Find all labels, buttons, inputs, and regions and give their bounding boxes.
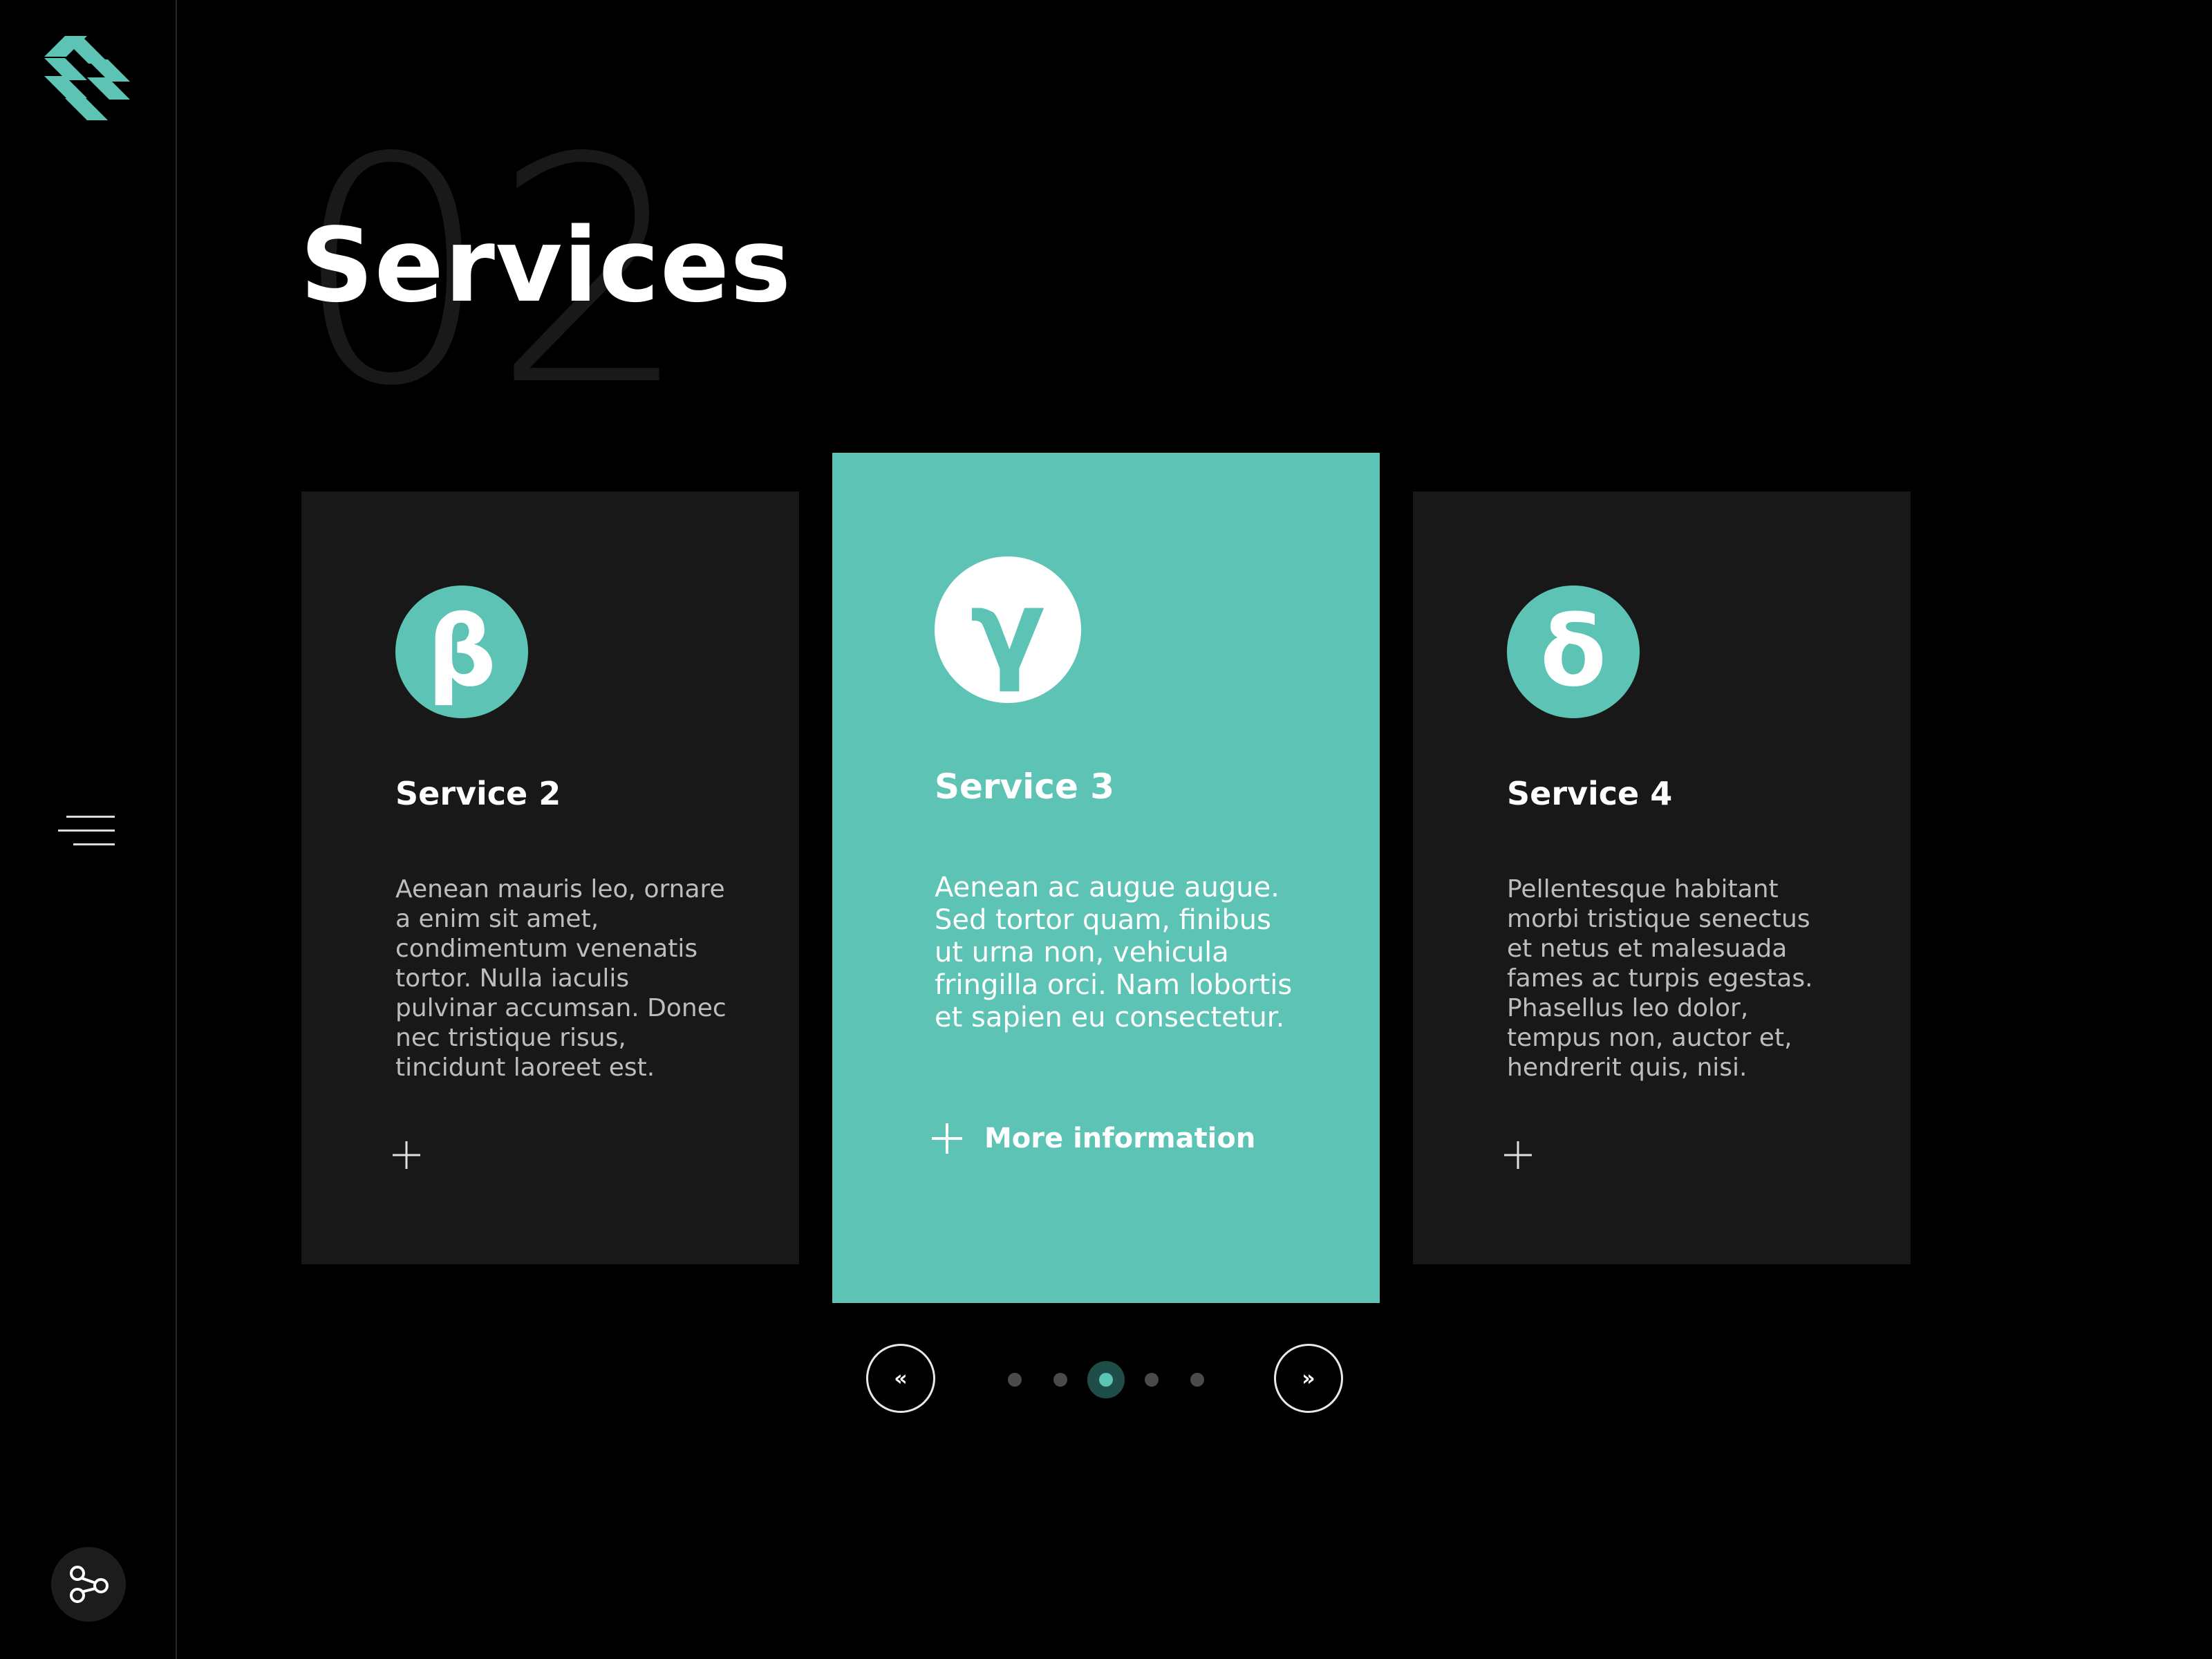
more-info-button[interactable] xyxy=(1503,1140,1533,1170)
more-info-button[interactable] xyxy=(391,1140,422,1170)
service-card-description: Pellentesque habitant morbi tristique se… xyxy=(1507,875,1813,1082)
menu-toggle-button[interactable] xyxy=(58,813,118,850)
sidebar xyxy=(0,0,177,1659)
service-card-4[interactable]: δ Service 4 Pellentesque habitant morbi … xyxy=(1413,491,1911,1264)
hamburger-line xyxy=(73,843,115,845)
beta-icon: β xyxy=(395,585,528,718)
service-card-title: Service 2 xyxy=(395,775,561,812)
slider-dot-3-active[interactable] xyxy=(1099,1373,1113,1387)
service-card-title: Service 4 xyxy=(1507,775,1673,812)
slider-dot-4[interactable] xyxy=(1145,1373,1159,1387)
share-nodes-icon xyxy=(70,1566,109,1603)
delta-icon: δ xyxy=(1507,585,1640,718)
gamma-icon: γ xyxy=(935,556,1081,703)
plus-icon xyxy=(1504,1141,1532,1169)
plus-icon xyxy=(932,1123,962,1154)
more-info-label: More information xyxy=(984,1123,1256,1154)
service-card-description: Aenean ac augue augue. Sed tortor quam, … xyxy=(935,872,1293,1033)
slider-dot-1[interactable] xyxy=(1008,1373,1022,1387)
hamburger-menu-icon xyxy=(66,816,115,818)
service-card-title: Service 3 xyxy=(935,767,1115,807)
service-card-3-active[interactable]: γ Service 3 Aenean ac augue augue. Sed t… xyxy=(832,453,1380,1303)
next-slide-button[interactable]: » xyxy=(1274,1344,1343,1413)
slider-dot-2[interactable] xyxy=(1053,1373,1067,1387)
more-info-button[interactable]: More information xyxy=(930,1122,1255,1155)
slider-dot-5[interactable] xyxy=(1190,1373,1204,1387)
service-card-2[interactable]: β Service 2 Aenean mauris leo, ornare a … xyxy=(301,491,799,1264)
hamburger-line xyxy=(58,830,115,832)
plus-icon xyxy=(393,1141,420,1169)
services-page: 02 Services β Service 2 Aenean mauris le… xyxy=(0,0,2212,1659)
prev-slide-button[interactable]: « xyxy=(866,1344,935,1413)
service-card-description: Aenean mauris leo, ornare a enim sit ame… xyxy=(395,875,727,1082)
share-button[interactable] xyxy=(51,1547,126,1622)
page-title: Services xyxy=(300,206,792,325)
stripes-logo-icon[interactable] xyxy=(44,35,130,120)
